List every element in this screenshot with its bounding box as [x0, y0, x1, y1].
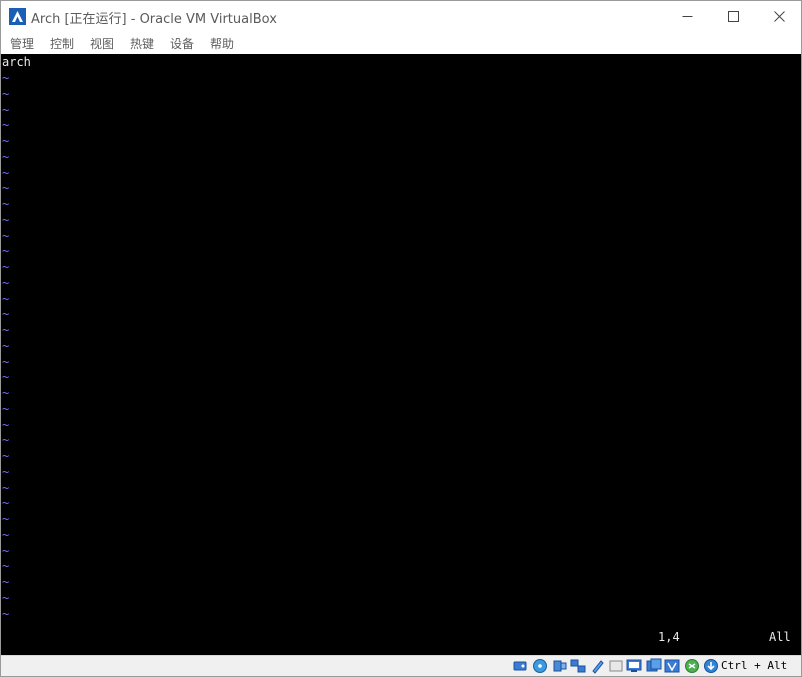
- empty-line-tilde: ~: [2, 559, 10, 574]
- empty-line-tilde: ~: [2, 181, 10, 196]
- virtualbox-icon: [9, 8, 26, 25]
- empty-line-tilde: ~: [2, 575, 10, 589]
- empty-line-tilde: ~: [2, 433, 10, 448]
- usb-icon[interactable]: [590, 658, 606, 674]
- optical-drive-icon[interactable]: [532, 658, 548, 674]
- empty-line-tilde: ~: [2, 228, 10, 243]
- scroll-position: All: [769, 630, 791, 644]
- menu-bar: 管理 控制 视图 热键 设备 帮助: [1, 32, 801, 54]
- empty-line-tilde: ~: [2, 590, 10, 605]
- empty-line-tilde: ~: [2, 165, 10, 180]
- audio-icon[interactable]: [552, 658, 568, 674]
- title-bar[interactable]: Arch [正在运行] - Oracle VM VirtualBox: [1, 1, 801, 32]
- empty-line-tilde: ~: [2, 386, 10, 400]
- empty-line-tilde: ~: [2, 417, 10, 432]
- empty-line-tilde: ~: [2, 291, 10, 306]
- vm-screen[interactable]: arch 1,4 All ~ ~ ~ ~ ~ ~ ~ ~ ~ ~ ~ ~ ~ ~ ~ ~ ~ ~ ~ ~ ~ ~ ~ ~ ~ ~ ~…: [1, 54, 801, 655]
- menu-item-hotkeys[interactable]: 热键: [130, 35, 154, 52]
- empty-line-tilde: ~: [2, 480, 10, 495]
- empty-line-tilde: ~: [2, 307, 10, 322]
- status-bar: Ctrl + Alt: [1, 655, 801, 676]
- empty-line-tilde: ~: [2, 449, 10, 463]
- empty-line-tilde: ~: [2, 149, 10, 164]
- empty-line-tilde: ~: [2, 338, 10, 353]
- shared-folders-icon[interactable]: [608, 658, 624, 674]
- empty-line-tilde: ~: [2, 606, 10, 621]
- empty-line-tilde: ~: [2, 71, 10, 85]
- empty-line-tilde: ~: [2, 244, 10, 259]
- empty-line-tilde: ~: [2, 260, 10, 274]
- maximize-icon: [727, 11, 739, 22]
- menu-item-control[interactable]: 控制: [50, 35, 74, 52]
- empty-line-tilde: ~: [2, 370, 10, 385]
- menu-item-manage[interactable]: 管理: [10, 35, 34, 52]
- empty-line-tilde: ~: [2, 212, 10, 227]
- host-key-label: Ctrl + Alt: [721, 659, 788, 672]
- menu-item-help[interactable]: 帮助: [210, 35, 234, 52]
- hard-disk-icon[interactable]: [512, 658, 528, 674]
- empty-line-tilde: ~: [2, 496, 10, 511]
- empty-line-tilde: ~: [2, 323, 10, 337]
- close-button[interactable]: [756, 1, 802, 32]
- empty-line-tilde: ~: [2, 527, 10, 542]
- maximize-button[interactable]: [710, 1, 756, 32]
- virtualization-icon[interactable]: [664, 658, 680, 674]
- terminal-first-line: arch: [2, 55, 31, 69]
- empty-line-tilde: ~: [2, 102, 10, 117]
- display-icon[interactable]: [626, 658, 642, 674]
- close-icon: [773, 11, 785, 22]
- keyboard-capture-icon[interactable]: [703, 658, 719, 674]
- cursor-position: 1,4: [658, 630, 680, 644]
- empty-line-tilde: ~: [2, 512, 10, 526]
- minimize-icon: [682, 16, 692, 17]
- menu-item-view[interactable]: 视图: [90, 35, 114, 52]
- empty-line-tilde: ~: [2, 354, 10, 369]
- empty-line-tilde: ~: [2, 134, 10, 148]
- empty-line-tilde: ~: [2, 464, 10, 479]
- empty-line-tilde: ~: [2, 401, 10, 416]
- empty-line-tilde: ~: [2, 86, 10, 101]
- network-icon[interactable]: [570, 658, 586, 674]
- window-title: Arch [正在运行] - Oracle VM VirtualBox: [31, 12, 277, 27]
- recording-icon[interactable]: [646, 658, 662, 674]
- empty-line-tilde: ~: [2, 543, 10, 558]
- menu-item-devices[interactable]: 设备: [170, 35, 194, 52]
- virtualbox-window: Arch [正在运行] - Oracle VM VirtualBox 管理 控制…: [0, 0, 802, 677]
- minimize-button[interactable]: [664, 1, 710, 32]
- empty-line-tilde: ~: [2, 275, 10, 290]
- mouse-integration-icon[interactable]: [684, 658, 700, 674]
- empty-line-tilde: ~: [2, 118, 10, 133]
- empty-line-tilde: ~: [2, 197, 10, 211]
